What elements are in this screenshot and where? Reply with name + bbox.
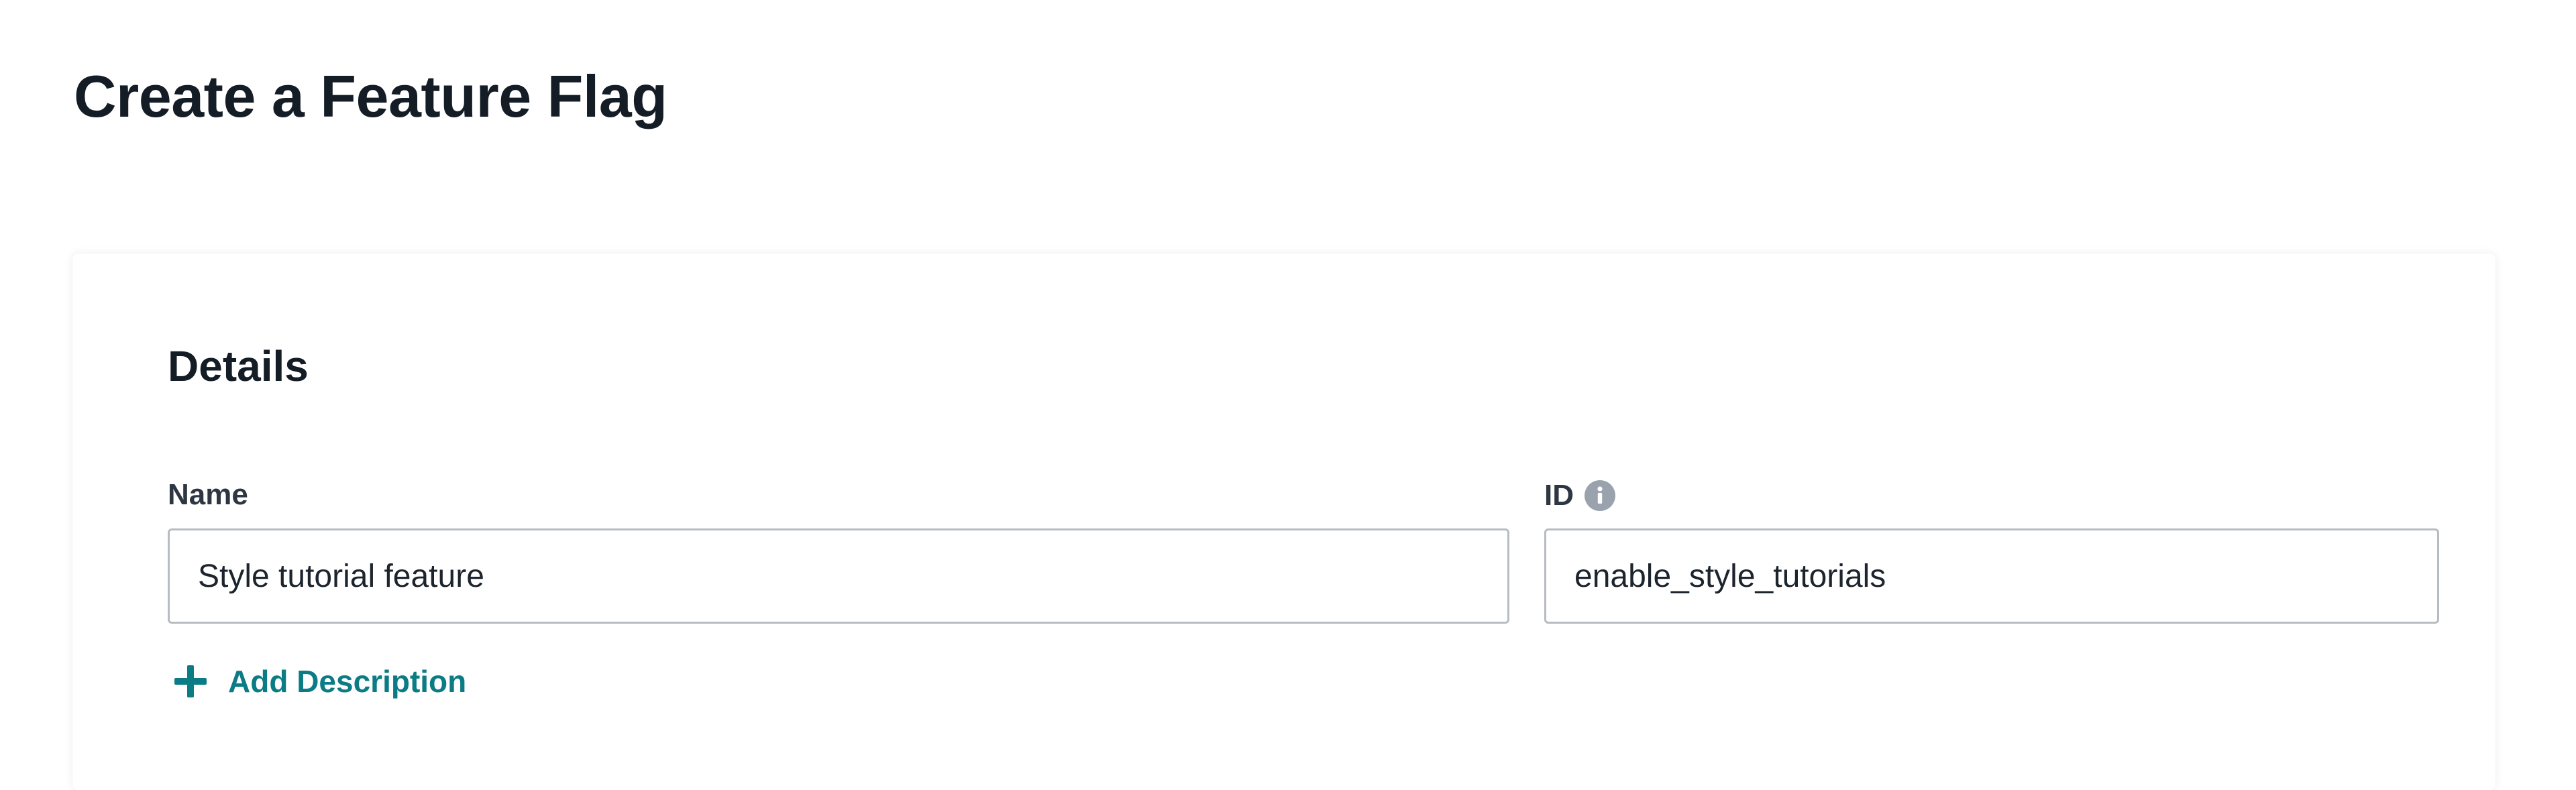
page-title: Create a Feature Flag [74,63,667,129]
add-description-button[interactable]: Add Description [172,663,466,700]
add-description-label: Add Description [228,664,467,699]
name-input[interactable] [168,528,1509,624]
id-field-label: ID [1544,480,1615,511]
details-card: Details Name ID Add Description [72,253,2496,790]
name-field-label: Name [168,480,248,510]
id-input[interactable] [1544,528,2439,624]
name-label-text: Name [168,478,248,511]
section-title-details: Details [168,342,309,390]
plus-icon [172,663,209,700]
info-icon[interactable] [1585,480,1615,511]
id-label-text: ID [1544,479,1574,512]
